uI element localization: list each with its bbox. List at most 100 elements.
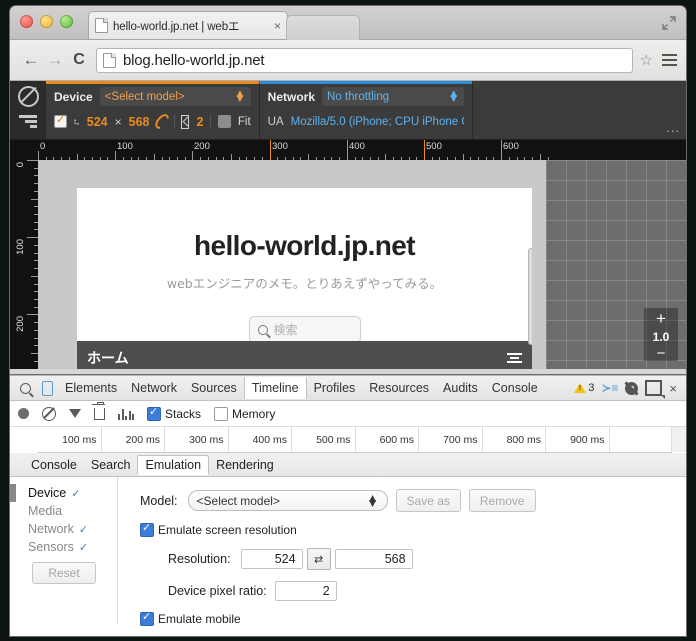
emulate-resolution-row[interactable]: Emulate screen resolution <box>140 521 686 537</box>
inspect-element-icon[interactable] <box>14 377 36 399</box>
device-width-value[interactable]: 524 <box>87 115 108 129</box>
clear-icon[interactable] <box>42 406 56 421</box>
devtools-tab-sources[interactable]: Sources <box>184 378 244 398</box>
warning-badge[interactable]: 3 <box>574 382 594 394</box>
ruler-label: 100 <box>15 239 26 255</box>
emulate-mobile-checkbox[interactable] <box>140 610 154 626</box>
tab-close-icon[interactable]: × <box>274 20 281 32</box>
model-select[interactable]: <Select model> ▲ ▼ <box>187 490 388 511</box>
device-model-row: Device <Select model> ▲ ▼ <box>54 84 251 109</box>
trash-icon[interactable] <box>92 401 105 420</box>
memory-checkbox[interactable] <box>214 406 229 421</box>
chevron-updown-icon: ▲ ▼ <box>366 490 379 510</box>
device-model-select[interactable]: <Select model> ▲ ▼ <box>99 87 251 106</box>
close-icon[interactable]: × <box>669 382 677 395</box>
device-pixel-ratio-value[interactable]: 2 <box>196 115 203 129</box>
browser-window: hello-world.jp.net | webエ × ← → C blog.h… <box>10 6 686 375</box>
emulation-sidebar-item-sensors[interactable]: Sensors ✓ <box>10 538 117 556</box>
browser-tab-title: hello-world.jp.net | webエ <box>113 20 240 33</box>
ruler-corner <box>10 140 38 160</box>
device-height-value[interactable]: 568 <box>129 115 150 129</box>
site-search-input[interactable]: 検索 <box>248 316 361 343</box>
rotate-icon[interactable] <box>152 111 172 132</box>
user-agent-value[interactable]: Mozilla/5.0 (iPhone; CPU iPhone O... <box>291 116 465 128</box>
drawer-tab-search[interactable]: Search <box>84 456 138 474</box>
swap-dimensions-icon[interactable]: ⇄ <box>306 548 331 570</box>
tab-strip: hello-world.jp.net | webエ × <box>10 6 686 40</box>
memory-checkbox-group[interactable]: Memory <box>214 406 275 421</box>
reload-icon[interactable]: C <box>67 48 91 72</box>
devtools-tab-audits[interactable]: Audits <box>436 378 485 398</box>
new-tab-button[interactable] <box>286 15 360 40</box>
site-nav-home[interactable]: ホーム <box>87 348 129 368</box>
site-menu-icon[interactable] <box>507 353 522 363</box>
drawer-tab-console[interactable]: Console <box>24 456 84 474</box>
timeline-ruler[interactable]: 100 ms 200 ms 300 ms 400 ms 500 ms 600 ms 700 … <box>38 427 672 453</box>
bookmark-star-icon[interactable]: ☆ <box>640 51 653 69</box>
save-as-button[interactable]: Save as <box>395 489 461 512</box>
more-options-icon[interactable]: ... <box>666 120 680 135</box>
emulation-content: Model: <Select model> ▲ ▼ Save as Remove … <box>118 477 686 626</box>
emulate-mobile-label: Emulate mobile <box>158 612 241 626</box>
timeline-scrollbar[interactable] <box>671 427 686 452</box>
fit-checkbox[interactable] <box>217 115 231 128</box>
drawer-tab-rendering[interactable]: Rendering <box>209 456 281 474</box>
devtools-tab-profiles[interactable]: Profiles <box>307 378 363 398</box>
stacks-checkbox[interactable] <box>147 405 161 421</box>
ruler-marker <box>347 140 348 160</box>
fullscreen-icon[interactable] <box>662 16 676 30</box>
devtools-tab-timeline[interactable]: Timeline <box>243 377 307 399</box>
emulate-mobile-row[interactable]: Emulate mobile <box>140 610 686 626</box>
zoom-out-button[interactable]: − <box>657 346 666 361</box>
user-agent-row: UA Mozilla/5.0 (iPhone; CPU iPhone O... <box>268 109 465 134</box>
record-icon[interactable] <box>18 408 29 419</box>
console-drawer-icon[interactable]: ≻≡ <box>601 381 618 395</box>
no-override-icon[interactable] <box>17 86 39 107</box>
stacks-checkbox-group[interactable]: Stacks <box>147 405 201 421</box>
forward-button[interactable]: → <box>43 48 67 72</box>
ruler-marker <box>270 140 271 160</box>
ruler-tick <box>31 276 38 277</box>
zoom-in-button[interactable]: + <box>656 310 666 327</box>
emulate-resolution-label: Emulate screen resolution <box>158 523 297 537</box>
model-select-value: <Select model> <box>196 493 280 508</box>
devtools-tab-resources[interactable]: Resources <box>362 378 436 398</box>
resolution-height-input[interactable]: 568 <box>334 549 413 569</box>
back-button[interactable]: ← <box>19 48 43 72</box>
resize-arrows-icon <box>74 118 79 125</box>
reset-button[interactable]: Reset <box>32 562 96 584</box>
devtools-tab-console[interactable]: Console <box>485 378 545 398</box>
throttling-icon[interactable] <box>19 115 37 128</box>
browser-tab[interactable]: hello-world.jp.net | webエ × <box>88 11 288 39</box>
gear-icon[interactable] <box>625 381 639 395</box>
device-metrics-checkbox[interactable] <box>54 113 67 128</box>
devtools-tab-network[interactable]: Network <box>124 378 184 398</box>
ruler-label: 400 <box>349 141 365 152</box>
ruler-marker <box>501 140 502 160</box>
warning-triangle-icon <box>574 383 587 393</box>
drawer-tab-emulation[interactable]: Emulation <box>137 455 210 475</box>
minimize-window-button[interactable] <box>40 15 53 28</box>
viewport-resize-handle[interactable]: ||| <box>528 248 532 345</box>
address-bar[interactable]: blog.hello-world.jp.net <box>96 47 633 73</box>
frames-chart-icon[interactable] <box>118 408 134 420</box>
ruler-tick <box>192 151 193 160</box>
emulation-sidebar-item-device[interactable]: Device ✓ <box>10 484 117 502</box>
device-pixel-ratio-input[interactable]: 2 <box>274 581 337 601</box>
close-window-button[interactable] <box>20 15 33 28</box>
resolution-width-input[interactable]: 524 <box>240 549 303 569</box>
emulation-sidebar-item-network[interactable]: Network ✓ <box>10 520 117 538</box>
horizontal-ruler[interactable]: 0 100 200 300 400 500 600 <box>38 140 686 161</box>
dock-position-icon[interactable] <box>645 380 666 399</box>
chrome-menu-icon[interactable] <box>662 54 677 66</box>
zoom-window-button[interactable] <box>60 15 73 28</box>
network-throttling-select[interactable]: No throttling ▲ ▼ <box>322 87 465 106</box>
emulation-sidebar-item-media[interactable]: Media <box>10 502 117 520</box>
page-subtitle: webエンジニアのメモ。とりあえずやってみる。 <box>166 276 443 291</box>
emulate-resolution-checkbox[interactable] <box>140 521 154 537</box>
filter-icon[interactable] <box>69 409 81 418</box>
vertical-ruler[interactable]: 0 100 200 <box>10 160 39 369</box>
devtools-tab-elements[interactable]: Elements <box>58 378 124 398</box>
device-mode-icon[interactable] <box>36 377 58 399</box>
remove-button[interactable]: Remove <box>468 489 536 512</box>
